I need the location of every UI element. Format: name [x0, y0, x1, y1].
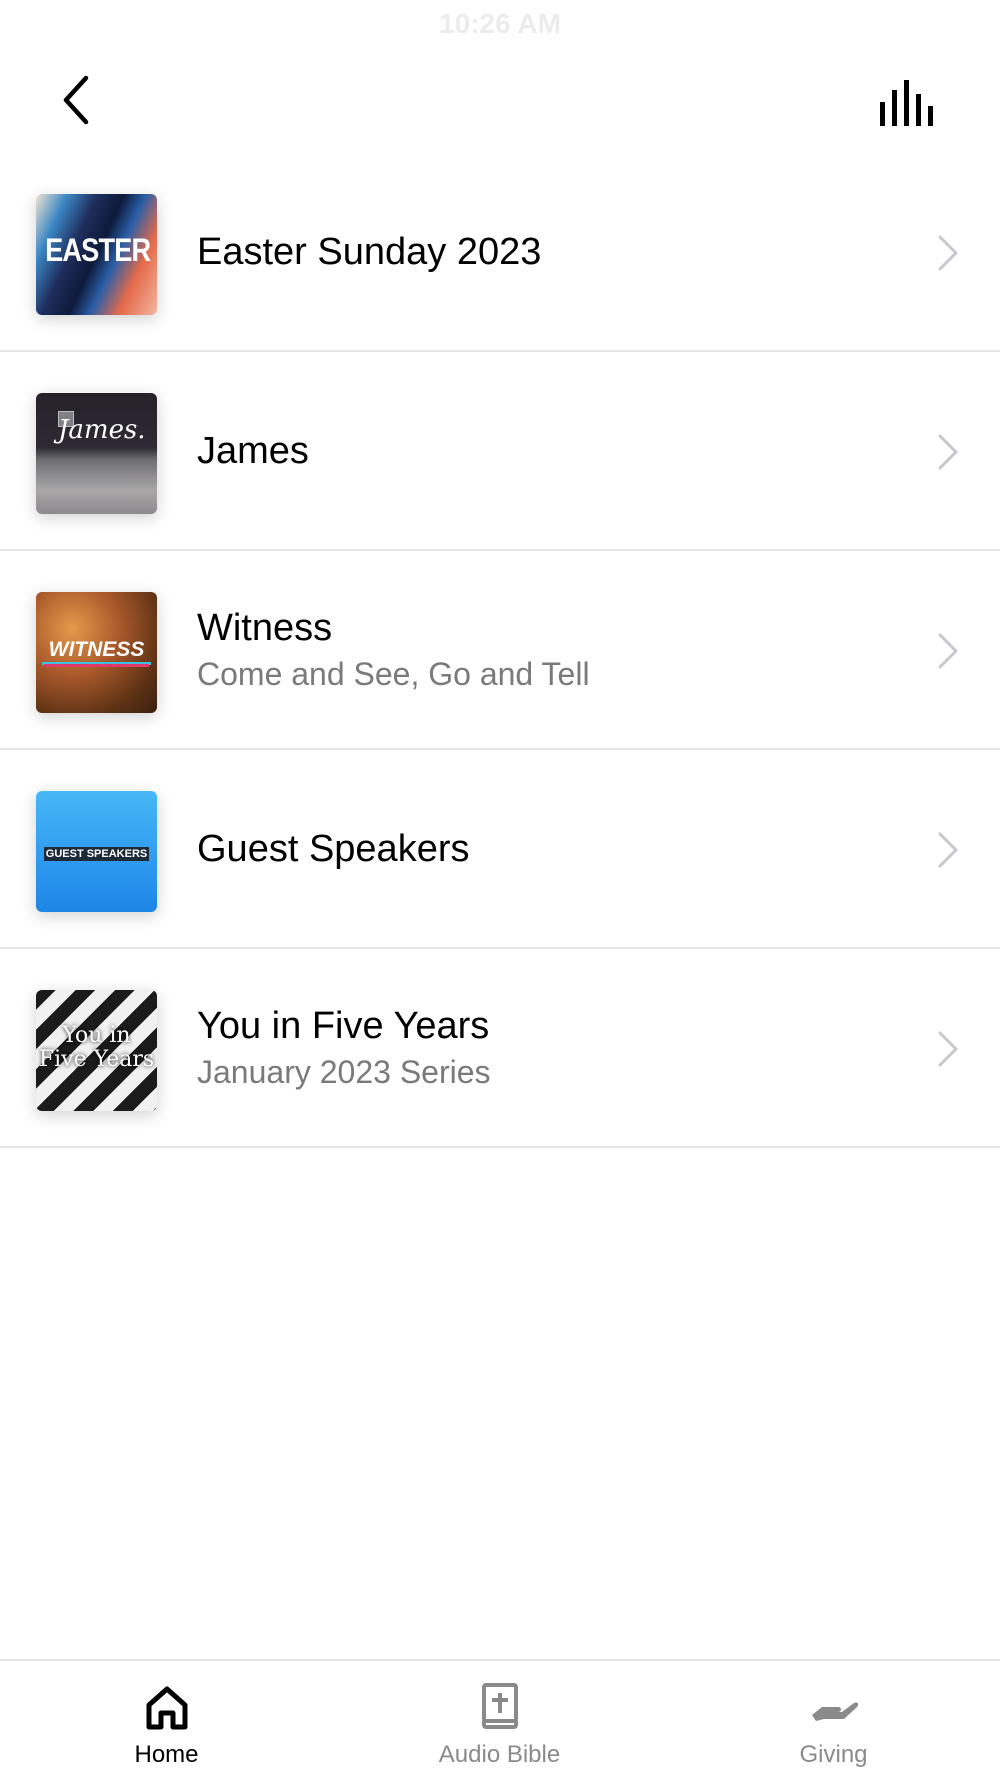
audio-bars-icon — [880, 80, 933, 126]
list-item-text: Guest Speakers — [197, 750, 900, 947]
chevron-right-icon — [938, 832, 958, 868]
series-title: You in Five Years — [197, 1004, 490, 1047]
thumbnail-text: You in Five Years — [38, 1023, 155, 1072]
list-item[interactable]: WITNESS Witness Come and See, Go and Tel… — [0, 551, 1000, 750]
series-title: Easter Sunday 2023 — [197, 230, 542, 273]
giving-hand-icon — [811, 1702, 858, 1721]
series-title: Guest Speakers — [197, 827, 470, 870]
chevron-right-icon — [938, 235, 958, 271]
series-subtitle: January 2023 Series — [197, 1053, 491, 1090]
list-item[interactable]: James. James — [0, 352, 1000, 551]
list-item-text: Witness Come and See, Go and Tell — [197, 551, 900, 748]
tab-label: Audio Bible — [438, 1741, 561, 1768]
series-title: James — [197, 429, 309, 472]
top-bar — [0, 60, 1000, 144]
tab-label: Home — [134, 1741, 199, 1768]
series-title: Witness — [197, 606, 333, 649]
list-item[interactable]: EASTER Easter Sunday 2023 — [0, 153, 1000, 352]
bible-icon — [481, 1683, 518, 1729]
thumbnail-text: GUEST SPEAKERS — [44, 847, 149, 861]
series-subtitle: Come and See, Go and Tell — [197, 655, 590, 692]
series-thumbnail: You in Five Years — [36, 990, 157, 1111]
series-thumbnail: WITNESS — [36, 592, 157, 713]
tab-label: Giving — [799, 1741, 868, 1768]
series-list: EASTER Easter Sunday 2023 James. James W… — [0, 153, 1000, 1148]
list-item-text: Easter Sunday 2023 — [197, 153, 900, 350]
chevron-right-icon — [938, 434, 958, 470]
back-button[interactable] — [50, 70, 110, 130]
tab-bar: Home Audio Bible Giving — [0, 1659, 1000, 1780]
list-item-text: James — [197, 352, 900, 549]
chevron-left-icon — [63, 75, 89, 125]
home-icon — [146, 1686, 187, 1730]
thumbnail-text: James. — [58, 415, 146, 445]
series-thumbnail: James. — [36, 393, 157, 514]
series-thumbnail: GUEST SPEAKERS — [36, 791, 157, 912]
thumbnail-stripe — [44, 664, 149, 667]
list-item-text: You in Five Years January 2023 Series — [197, 949, 900, 1146]
audio-player-button[interactable] — [878, 76, 940, 128]
series-thumbnail: EASTER — [36, 194, 157, 315]
list-item[interactable]: You in Five Years You in Five Years Janu… — [0, 949, 1000, 1148]
tab-giving[interactable]: Giving — [667, 1661, 1000, 1780]
thumbnail-text: WITNESS — [42, 638, 151, 665]
thumbnail-text: EASTER — [45, 232, 151, 268]
tab-audio-bible[interactable]: Audio Bible — [333, 1661, 666, 1780]
tab-home[interactable]: Home — [0, 1661, 333, 1780]
chevron-right-icon — [938, 1031, 958, 1067]
list-item[interactable]: GUEST SPEAKERS Guest Speakers — [0, 750, 1000, 949]
chevron-right-icon — [938, 633, 958, 669]
status-time: 10:26 AM — [439, 8, 561, 39]
